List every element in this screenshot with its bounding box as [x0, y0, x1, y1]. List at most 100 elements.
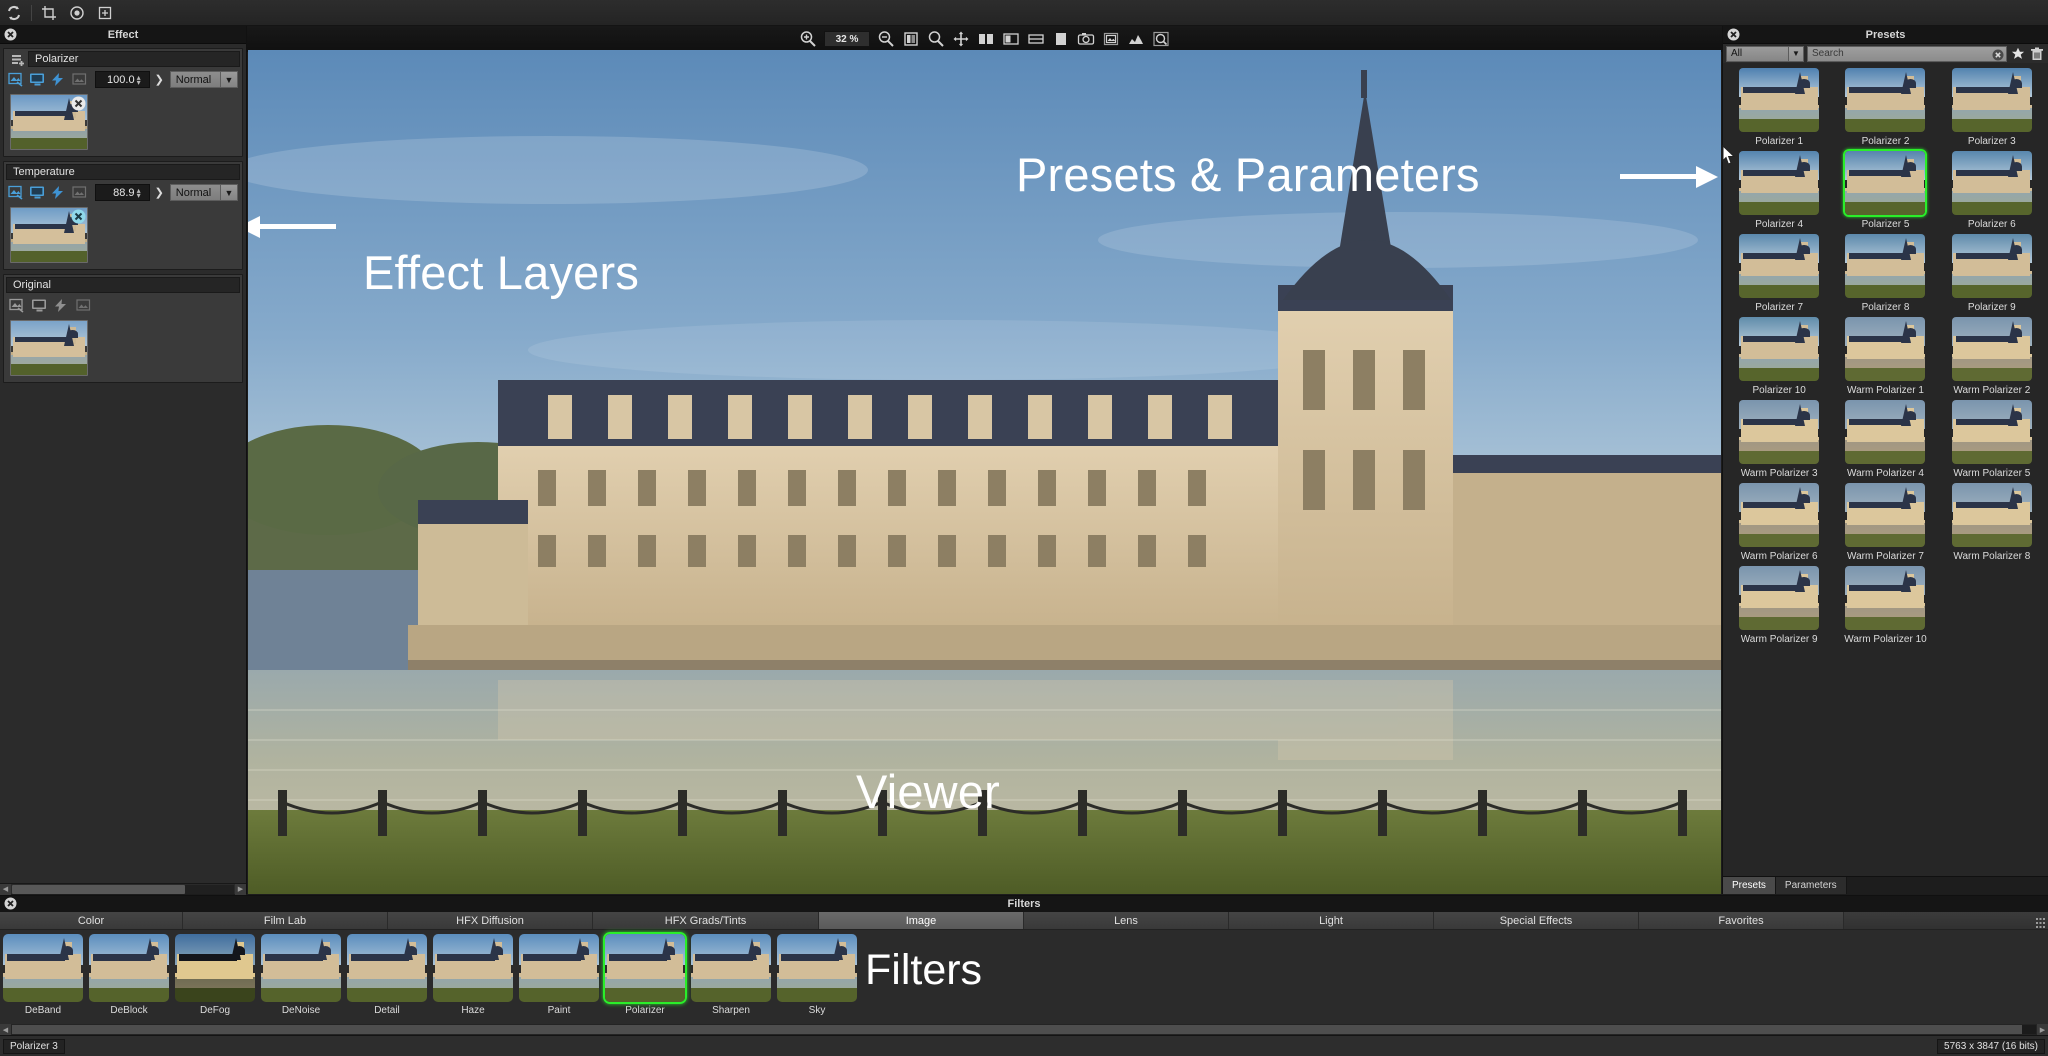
- remove-layer-icon[interactable]: [71, 96, 86, 111]
- effect-panel-hscrollbar[interactable]: ◀ ▶: [0, 883, 246, 895]
- preset-item[interactable]: Warm Polarizer 10: [1833, 564, 1937, 645]
- side-by-side-icon[interactable]: [975, 29, 997, 49]
- image-frame-icon[interactable]: [71, 184, 89, 201]
- layer-thumbnail[interactable]: [10, 94, 88, 150]
- single-view-icon[interactable]: [1050, 29, 1072, 49]
- blend-mode-select[interactable]: Normal ▼: [169, 71, 239, 88]
- blend-mode-select[interactable]: Normal ▼: [169, 184, 239, 201]
- preset-item[interactable]: Polarizer 9: [1940, 232, 2044, 313]
- filter-category-hfx-diffusion[interactable]: HFX Diffusion: [388, 912, 593, 929]
- filter-category-favorites[interactable]: Favorites: [1639, 912, 1844, 929]
- scroll-right-icon[interactable]: ▶: [2037, 1024, 2048, 1035]
- rotate-target-icon[interactable]: [63, 1, 91, 25]
- chevron-down-icon[interactable]: ▼: [1788, 46, 1803, 61]
- tab-presets[interactable]: Presets: [1723, 877, 1776, 894]
- pan-move-icon[interactable]: [950, 29, 972, 49]
- preset-item[interactable]: Polarizer 6: [1940, 149, 2044, 230]
- preset-item[interactable]: Warm Polarizer 2: [1940, 315, 2044, 396]
- monitor-icon[interactable]: [30, 297, 49, 314]
- preset-thumbnail[interactable]: [1843, 66, 1927, 134]
- close-icon[interactable]: [4, 28, 17, 41]
- preset-item[interactable]: Polarizer 10: [1727, 315, 1831, 396]
- monitor-icon[interactable]: [29, 71, 47, 88]
- filter-thumbnail[interactable]: [345, 932, 429, 1004]
- filter-thumbnail[interactable]: [517, 932, 601, 1004]
- preset-thumbnail[interactable]: [1737, 564, 1821, 632]
- filter-thumbnail-strip[interactable]: DeBand DeBlock DeFog DeNoise Detail Haze Paint…: [0, 930, 2048, 1022]
- filter-thumbnail[interactable]: [689, 932, 773, 1004]
- refresh-compare-icon[interactable]: [0, 1, 28, 25]
- preset-thumbnail[interactable]: [1950, 398, 2034, 466]
- resize-grip-icon[interactable]: [2036, 915, 2045, 928]
- preset-item[interactable]: Warm Polarizer 4: [1833, 398, 1937, 479]
- expand-arrow-icon[interactable]: ❯: [155, 186, 164, 199]
- remove-layer-icon[interactable]: [71, 209, 86, 224]
- filter-item[interactable]: DeFog: [173, 932, 257, 1016]
- spinner-arrows-icon[interactable]: ▴ ▾: [137, 73, 146, 86]
- preset-item[interactable]: Warm Polarizer 8: [1940, 481, 2044, 562]
- filter-thumbnail[interactable]: [775, 932, 859, 1004]
- lightning-icon[interactable]: [50, 184, 68, 201]
- preset-item[interactable]: Warm Polarizer 1: [1833, 315, 1937, 396]
- filter-item[interactable]: Sky: [775, 932, 859, 1016]
- preset-item[interactable]: Warm Polarizer 6: [1727, 481, 1831, 562]
- tab-parameters[interactable]: Parameters: [1775, 877, 1847, 894]
- preset-item[interactable]: Warm Polarizer 5: [1940, 398, 2044, 479]
- preset-thumbnail[interactable]: [1737, 481, 1821, 549]
- filter-thumbnail[interactable]: [603, 932, 687, 1004]
- scroll-thumb[interactable]: [12, 1025, 2022, 1034]
- preset-item[interactable]: Warm Polarizer 9: [1727, 564, 1831, 645]
- preset-thumbnail[interactable]: [1843, 232, 1927, 300]
- filter-item[interactable]: DeBand: [1, 932, 85, 1016]
- zoom-fit-icon[interactable]: [925, 29, 947, 49]
- mask-icon[interactable]: [8, 184, 26, 201]
- zoom-in-icon[interactable]: [797, 29, 819, 49]
- presets-grid[interactable]: Polarizer 1 Polarizer 2 Polarizer 3 Polariz…: [1723, 63, 2048, 876]
- preset-item[interactable]: Polarizer 4: [1727, 149, 1831, 230]
- effect-layer-temperature[interactable]: Temperature 88.9 ▴ ▾ ❯ Normal ▼: [3, 161, 243, 270]
- chevron-down-icon[interactable]: ▼: [220, 185, 238, 200]
- filter-category-special-effects[interactable]: Special Effects: [1434, 912, 1639, 929]
- effect-layer-polarizer[interactable]: Polarizer 100.0 ▴ ▾ ❯ Normal ▼: [3, 48, 243, 157]
- layer-name-field[interactable]: Polarizer: [28, 51, 240, 67]
- scroll-left-icon[interactable]: ◀: [0, 883, 11, 895]
- preset-thumbnail[interactable]: [1950, 149, 2034, 217]
- split-compare-icon[interactable]: [1000, 29, 1022, 49]
- close-icon[interactable]: [1727, 28, 1740, 41]
- chevron-down-icon[interactable]: ▼: [220, 72, 238, 87]
- preset-thumbnail[interactable]: [1843, 315, 1927, 383]
- preset-thumbnail[interactable]: [1950, 232, 2034, 300]
- filter-category-image[interactable]: Image: [819, 912, 1024, 929]
- preset-thumbnail[interactable]: [1737, 149, 1821, 217]
- preset-item[interactable]: Warm Polarizer 7: [1833, 481, 1937, 562]
- filter-thumbnail[interactable]: [431, 932, 515, 1004]
- layer-opacity-field[interactable]: 88.9 ▴ ▾: [94, 184, 150, 201]
- lightning-icon[interactable]: [52, 297, 71, 314]
- preset-item[interactable]: Polarizer 1: [1727, 66, 1831, 147]
- snapshot-camera-icon[interactable]: [1075, 29, 1097, 49]
- favorite-star-icon[interactable]: [2010, 46, 2026, 62]
- histogram-icon[interactable]: [1125, 29, 1147, 49]
- preset-item[interactable]: Polarizer 8: [1833, 232, 1937, 313]
- preset-item[interactable]: Polarizer 2: [1833, 66, 1937, 147]
- split-view-icon[interactable]: [900, 29, 922, 49]
- fit-frame-icon[interactable]: [91, 1, 119, 25]
- preset-thumbnail[interactable]: [1737, 315, 1821, 383]
- scroll-left-icon[interactable]: ◀: [0, 1024, 11, 1035]
- add-layer-icon[interactable]: [12, 54, 26, 72]
- scroll-right-icon[interactable]: ▶: [235, 883, 246, 895]
- horizontal-split-icon[interactable]: [1025, 29, 1047, 49]
- filter-item[interactable]: Paint: [517, 932, 601, 1016]
- filter-item[interactable]: Detail: [345, 932, 429, 1016]
- preset-item[interactable]: Polarizer 5: [1833, 149, 1937, 230]
- preset-thumbnail[interactable]: [1843, 481, 1927, 549]
- filter-category-tabs[interactable]: Color Film Lab HFX Diffusion HFX Grads/Tint…: [0, 912, 2048, 930]
- preset-item[interactable]: Warm Polarizer 3: [1727, 398, 1831, 479]
- filter-item[interactable]: DeNoise: [259, 932, 343, 1016]
- effect-layer-list[interactable]: Polarizer 100.0 ▴ ▾ ❯ Normal ▼ Temperatu…: [0, 44, 246, 883]
- filter-item[interactable]: Polarizer: [603, 932, 687, 1016]
- scroll-thumb[interactable]: [12, 884, 186, 894]
- filter-thumbnail[interactable]: [1, 932, 85, 1004]
- preset-category-select[interactable]: All ▼: [1726, 45, 1804, 62]
- preset-thumbnail[interactable]: [1843, 398, 1927, 466]
